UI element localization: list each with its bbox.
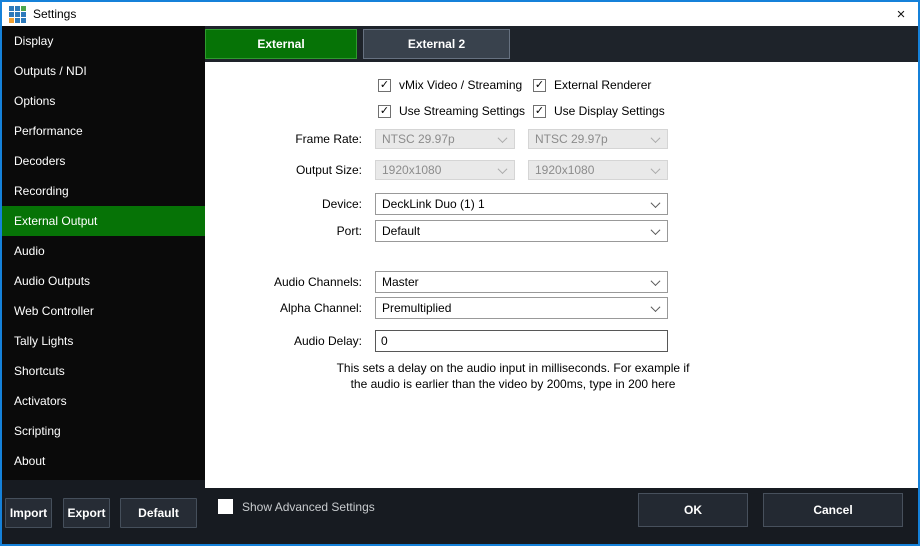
output-size-select-1: 1920x1080 — [375, 160, 515, 180]
checkbox-icon[interactable]: ✓ — [533, 105, 546, 118]
vmix-logo-icon — [9, 6, 26, 23]
sidebar-item-activators[interactable]: Activators — [2, 386, 205, 416]
audio-delay-help-text: This sets a delay on the audio input in … — [333, 360, 693, 392]
frame-rate-select-1: NTSC 29.97p — [375, 129, 515, 149]
chevron-down-icon — [651, 198, 661, 208]
chevron-down-icon — [498, 164, 508, 174]
cancel-button[interactable]: Cancel — [763, 493, 903, 527]
titlebar: Settings × — [2, 2, 918, 26]
checkbox-label: Use Streaming Settings — [399, 104, 525, 118]
checkbox-label: Use Display Settings — [554, 104, 665, 118]
output-size-label: Output Size: — [205, 163, 362, 177]
frame-rate-label: Frame Rate: — [205, 132, 362, 146]
chevron-down-icon — [651, 164, 661, 174]
alpha-channel-select[interactable]: Premultiplied — [375, 297, 668, 319]
sidebar-item-external-output[interactable]: External Output — [2, 206, 205, 236]
close-icon[interactable]: × — [884, 2, 918, 26]
checkbox-icon[interactable] — [218, 499, 233, 514]
use-streaming-settings-checkbox[interactable]: ✓ Use Streaming Settings — [378, 104, 525, 118]
external-renderer-checkbox[interactable]: ✓ External Renderer — [533, 78, 651, 92]
chevron-down-icon — [651, 225, 661, 235]
settings-window: Settings × Display Outputs / NDI Options… — [0, 0, 920, 546]
vmix-video-streaming-checkbox[interactable]: ✓ vMix Video / Streaming — [378, 78, 522, 92]
sidebar-item-web-controller[interactable]: Web Controller — [2, 296, 205, 326]
chevron-down-icon — [498, 133, 508, 143]
sidebar-item-tally-lights[interactable]: Tally Lights — [2, 326, 205, 356]
show-advanced-settings-checkbox[interactable]: Show Advanced Settings — [218, 499, 375, 514]
use-display-settings-checkbox[interactable]: ✓ Use Display Settings — [533, 104, 665, 118]
sidebar-item-decoders[interactable]: Decoders — [2, 146, 205, 176]
sidebar: Display Outputs / NDI Options Performanc… — [2, 26, 205, 480]
external-output-panel: ✓ vMix Video / Streaming ✓ External Rend… — [205, 62, 918, 488]
sidebar-item-scripting[interactable]: Scripting — [2, 416, 205, 446]
output-size-select-2: 1920x1080 — [528, 160, 668, 180]
audio-delay-input[interactable] — [375, 330, 668, 352]
sidebar-item-audio-outputs[interactable]: Audio Outputs — [2, 266, 205, 296]
sidebar-item-recording[interactable]: Recording — [2, 176, 205, 206]
port-label: Port: — [205, 224, 362, 238]
tab-external-2[interactable]: External 2 — [363, 29, 510, 59]
sidebar-item-outputs-ndi[interactable]: Outputs / NDI — [2, 56, 205, 86]
audio-delay-label: Audio Delay: — [205, 334, 362, 348]
footer-bar: Show Advanced Settings OK Cancel — [205, 488, 918, 544]
show-advanced-settings-label: Show Advanced Settings — [242, 500, 375, 514]
sidebar-item-about[interactable]: About — [2, 446, 205, 476]
chevron-down-icon — [651, 302, 661, 312]
ok-button[interactable]: OK — [638, 493, 748, 527]
tab-strip: External External 2 — [205, 26, 918, 62]
sidebar-item-shortcuts[interactable]: Shortcuts — [2, 356, 205, 386]
alpha-channel-label: Alpha Channel: — [205, 301, 362, 315]
port-select[interactable]: Default — [375, 220, 668, 242]
sidebar-footer: Import Export Default — [2, 480, 205, 544]
checkbox-label: vMix Video / Streaming — [399, 78, 522, 92]
frame-rate-select-2: NTSC 29.97p — [528, 129, 668, 149]
tab-external[interactable]: External — [205, 29, 357, 59]
chevron-down-icon — [651, 133, 661, 143]
export-button[interactable]: Export — [63, 498, 110, 528]
sidebar-item-performance[interactable]: Performance — [2, 116, 205, 146]
audio-channels-label: Audio Channels: — [205, 275, 362, 289]
sidebar-item-options[interactable]: Options — [2, 86, 205, 116]
device-select[interactable]: DeckLink Duo (1) 1 — [375, 193, 668, 215]
device-label: Device: — [205, 197, 362, 211]
audio-channels-select[interactable]: Master — [375, 271, 668, 293]
sidebar-item-audio[interactable]: Audio — [2, 236, 205, 266]
checkbox-icon[interactable]: ✓ — [378, 105, 391, 118]
checkbox-icon[interactable]: ✓ — [378, 79, 391, 92]
default-button[interactable]: Default — [120, 498, 197, 528]
import-button[interactable]: Import — [5, 498, 52, 528]
sidebar-item-display[interactable]: Display — [2, 26, 205, 56]
chevron-down-icon — [651, 276, 661, 286]
checkbox-label: External Renderer — [554, 78, 651, 92]
window-title: Settings — [33, 7, 76, 21]
checkbox-icon[interactable]: ✓ — [533, 79, 546, 92]
